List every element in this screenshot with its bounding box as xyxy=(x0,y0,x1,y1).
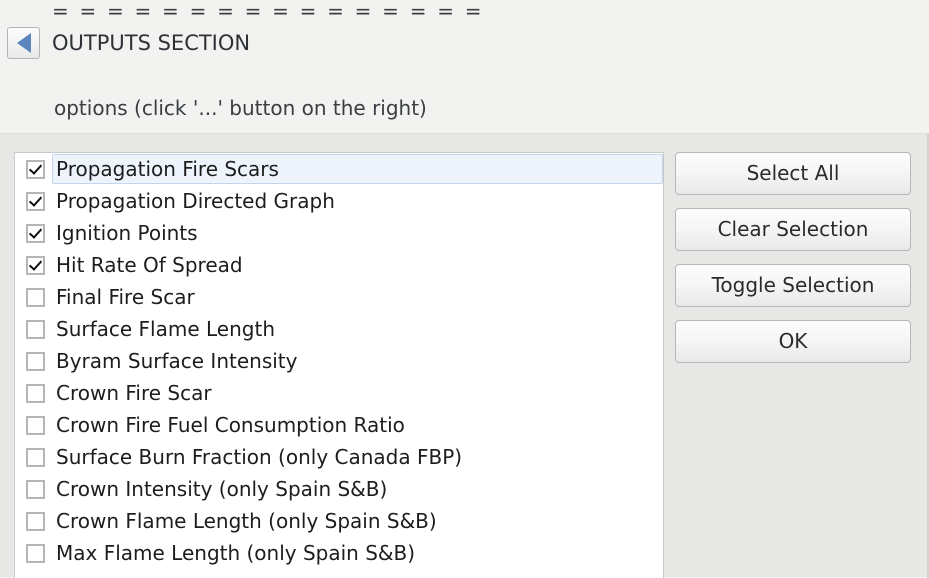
checkbox-unchecked-icon[interactable] xyxy=(26,287,45,307)
list-item[interactable]: Surface Burn Fraction (only Canada FBP) xyxy=(15,441,663,473)
list-item-label: Crown Fire Fuel Consumption Ratio xyxy=(56,413,405,437)
clear-selection-button[interactable]: Clear Selection xyxy=(675,208,911,251)
list-item-label: Hit Rate Of Spread xyxy=(56,253,243,277)
list-item-label: Ignition Points xyxy=(56,221,198,245)
action-buttons-column: Select All Clear Selection Toggle Selectio… xyxy=(675,152,911,376)
checkbox-unchecked-icon[interactable] xyxy=(26,543,45,563)
triangle-left-icon xyxy=(16,33,31,53)
checkbox-checked-icon[interactable] xyxy=(26,223,45,243)
header-region: = = = = = = = = = = = = = = = = OUTPUTS … xyxy=(0,0,929,133)
checkbox-unchecked-icon[interactable] xyxy=(26,319,45,339)
checkbox-checked-icon[interactable] xyxy=(26,191,45,211)
options-hint-text: options (click '...' button on the right… xyxy=(54,96,427,120)
list-item-label: Byram Surface Intensity xyxy=(56,349,298,373)
checkbox-unchecked-icon[interactable] xyxy=(26,479,45,499)
list-item[interactable]: Max Flame Length (only Spain S&B) xyxy=(15,537,663,569)
list-item[interactable]: Ignition Points xyxy=(15,217,663,249)
list-item[interactable]: Crown Fire Scar xyxy=(15,377,663,409)
list-items-container: Propagation Fire Scars Propagation Direct… xyxy=(15,153,663,569)
list-item-label: Propagation Fire Scars xyxy=(56,157,279,181)
select-all-button[interactable]: Select All xyxy=(675,152,911,195)
list-item[interactable]: Propagation Directed Graph xyxy=(15,185,663,217)
list-item-label: Propagation Directed Graph xyxy=(56,189,335,213)
toggle-selection-button[interactable]: Toggle Selection xyxy=(675,264,911,307)
checkbox-unchecked-icon[interactable] xyxy=(26,415,45,435)
list-item-label: Surface Burn Fraction (only Canada FBP) xyxy=(56,445,463,469)
list-item[interactable]: Crown Fire Fuel Consumption Ratio xyxy=(15,409,663,441)
page-title: OUTPUTS SECTION xyxy=(52,31,251,55)
outputs-options-list[interactable]: Propagation Fire Scars Propagation Direct… xyxy=(14,152,664,578)
checkbox-unchecked-icon[interactable] xyxy=(26,511,45,531)
list-item-label: Crown Flame Length (only Spain S&B) xyxy=(56,509,437,533)
list-item[interactable]: Final Fire Scar xyxy=(15,281,663,313)
outputs-section-dialog: = = = = = = = = = = = = = = = = OUTPUTS … xyxy=(0,0,929,578)
list-item-label: Crown Intensity (only Spain S&B) xyxy=(56,477,388,501)
list-item[interactable]: Byram Surface Intensity xyxy=(15,345,663,377)
list-item[interactable]: Surface Flame Length xyxy=(15,313,663,345)
list-item[interactable]: Crown Intensity (only Spain S&B) xyxy=(15,473,663,505)
checkbox-checked-icon[interactable] xyxy=(26,255,45,275)
list-item-label: Surface Flame Length xyxy=(56,317,275,341)
list-item[interactable]: Hit Rate Of Spread xyxy=(15,249,663,281)
checkbox-unchecked-icon[interactable] xyxy=(26,447,45,467)
header-divider-rule: = = = = = = = = = = = = = = = = xyxy=(52,0,484,23)
checkbox-unchecked-icon[interactable] xyxy=(26,383,45,403)
checkbox-unchecked-icon[interactable] xyxy=(26,351,45,371)
ok-button[interactable]: OK xyxy=(675,320,911,363)
checkbox-checked-icon[interactable] xyxy=(26,159,45,179)
list-item[interactable]: Propagation Fire Scars xyxy=(15,153,663,185)
list-item-label: Final Fire Scar xyxy=(56,285,195,309)
list-item-label: Crown Fire Scar xyxy=(56,381,212,405)
list-item-label: Max Flame Length (only Spain S&B) xyxy=(56,541,416,565)
back-button[interactable] xyxy=(7,27,40,59)
list-item[interactable]: Crown Flame Length (only Spain S&B) xyxy=(15,505,663,537)
content-region: Propagation Fire Scars Propagation Direct… xyxy=(0,133,929,578)
